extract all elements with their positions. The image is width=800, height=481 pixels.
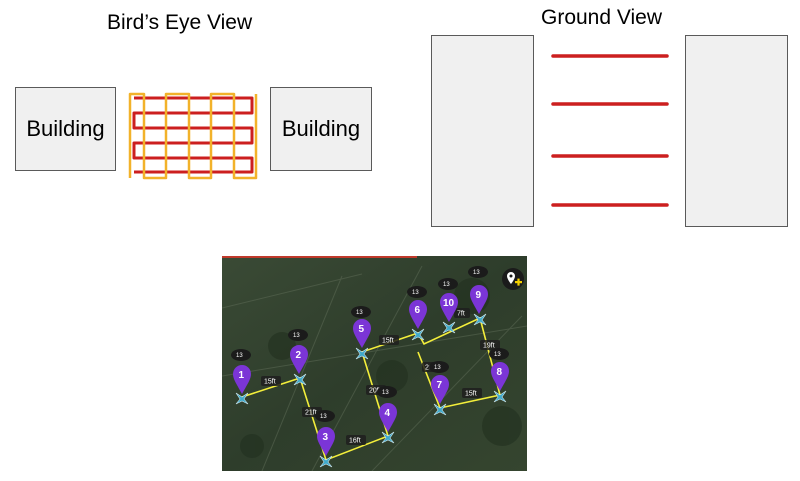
svg-text:13: 13 (412, 290, 419, 296)
svg-text:3: 3 (323, 432, 329, 443)
svg-text:7: 7 (437, 380, 443, 391)
add-location-button[interactable] (502, 268, 524, 290)
svg-text:13: 13 (443, 282, 450, 288)
svg-text:8: 8 (497, 367, 503, 378)
segment-label: 7ft (457, 311, 465, 318)
altitude-badge-1: 13 (231, 349, 251, 361)
svg-text:10: 10 (443, 298, 455, 309)
svg-text:13: 13 (494, 352, 501, 358)
segment-label: 15ft (264, 379, 276, 386)
svg-text:5: 5 (359, 324, 365, 335)
segment-label: 15ft (465, 391, 477, 398)
mission-map[interactable]: 15ft 21ft 16ft 20ft 15ft 20ft 15ft 19ft … (222, 256, 527, 471)
svg-text:6: 6 (415, 305, 421, 316)
svg-text:13: 13 (293, 333, 300, 339)
altitude-badge-9: 13 (468, 266, 488, 278)
segment-label: 19ft (483, 343, 495, 350)
ground-building-right (685, 35, 788, 227)
altitude-badge-8: 13 (489, 348, 509, 360)
svg-text:2: 2 (296, 350, 302, 361)
altitude-badge-10: 13 (438, 278, 458, 290)
segment-label: 16ft (349, 438, 361, 445)
svg-text:13: 13 (356, 310, 363, 316)
altitude-badge-5: 13 (351, 306, 371, 318)
segment-label: 15ft (382, 338, 394, 345)
altitude-badge-4: 13 (377, 386, 397, 398)
svg-text:4: 4 (385, 408, 391, 419)
ground-building-left (431, 35, 534, 227)
ground-view-passes (551, 54, 669, 207)
altitude-badge-7: 13 (429, 361, 449, 373)
svg-text:13: 13 (434, 365, 441, 371)
mission-map-canvas: 15ft 21ft 16ft 20ft 15ft 20ft 15ft 19ft … (222, 256, 527, 471)
svg-text:13: 13 (236, 353, 243, 359)
segment-label: 21ft (305, 410, 317, 417)
add-location-icon (507, 272, 522, 286)
altitude-badge-2: 13 (288, 329, 308, 341)
svg-text:9: 9 (476, 290, 482, 301)
svg-text:13: 13 (382, 390, 389, 396)
svg-text:1: 1 (239, 370, 245, 381)
altitude-badge-6: 13 (407, 286, 427, 298)
birds-eye-yellow-path (128, 92, 258, 180)
svg-text:13: 13 (473, 270, 480, 276)
svg-text:13: 13 (320, 414, 327, 420)
altitude-badge-3: 13 (315, 410, 335, 422)
